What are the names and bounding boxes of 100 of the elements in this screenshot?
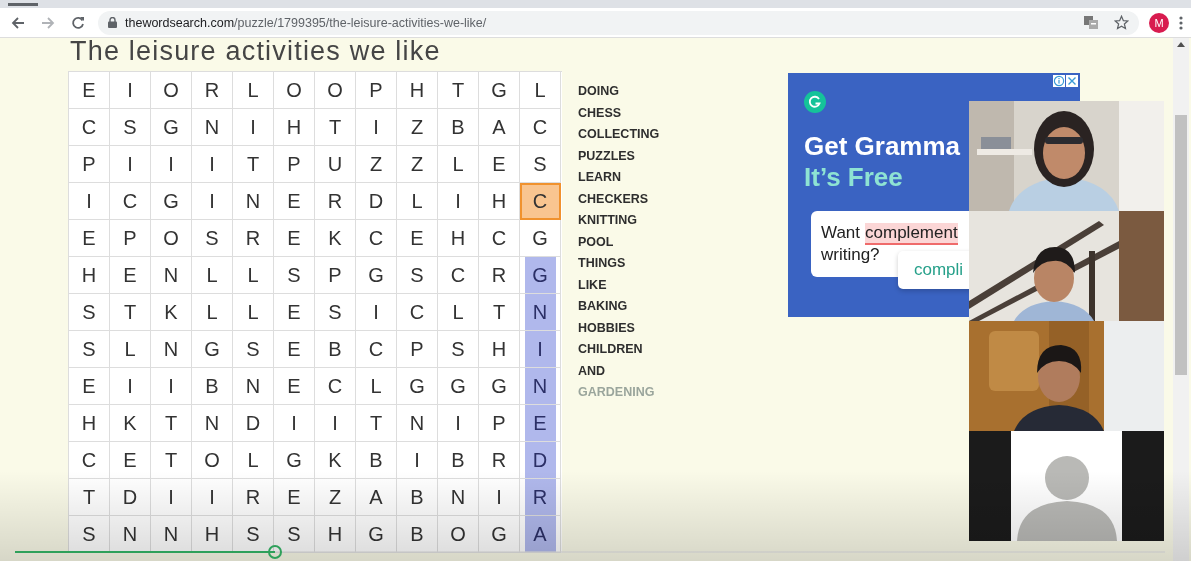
letter-cell[interactable]: C	[520, 109, 561, 146]
letter-cell[interactable]: C	[356, 220, 397, 257]
letter-cell[interactable]: C	[356, 331, 397, 368]
letter-cell[interactable]: P	[110, 220, 151, 257]
letter-cell[interactable]: S	[397, 257, 438, 294]
letter-cell[interactable]: G	[192, 331, 233, 368]
letter-cell[interactable]: D	[233, 405, 274, 442]
letter-cell[interactable]: C	[479, 220, 520, 257]
letter-cell[interactable]: R	[233, 479, 274, 516]
letter-cell[interactable]: R	[479, 442, 520, 479]
letter-cell[interactable]: C	[397, 294, 438, 331]
letter-cell[interactable]: U	[315, 146, 356, 183]
letter-cell[interactable]: B	[315, 331, 356, 368]
letter-cell[interactable]: I	[438, 405, 479, 442]
letter-cell[interactable]: L	[438, 146, 479, 183]
letter-cell[interactable]: H	[438, 220, 479, 257]
letter-cell[interactable]: G	[397, 368, 438, 405]
info-icon[interactable]	[1053, 75, 1065, 87]
menu-icon[interactable]	[1179, 15, 1183, 30]
letter-cell[interactable]: S	[69, 294, 110, 331]
letter-cell[interactable]: N	[151, 257, 192, 294]
letter-cell[interactable]: H	[69, 257, 110, 294]
letter-cell[interactable]: I	[69, 183, 110, 220]
letter-cell[interactable]: S	[438, 331, 479, 368]
letter-cell[interactable]: B	[438, 442, 479, 479]
letter-cell[interactable]: E	[520, 405, 561, 442]
letter-cell[interactable]: L	[233, 257, 274, 294]
letter-cell[interactable]: S	[192, 220, 233, 257]
letter-cell[interactable]: S	[274, 516, 315, 553]
letter-cell[interactable]: E	[274, 479, 315, 516]
letter-cell[interactable]: E	[274, 183, 315, 220]
letter-cell[interactable]: R	[192, 72, 233, 109]
star-icon[interactable]	[1114, 15, 1129, 30]
letter-cell[interactable]: E	[69, 368, 110, 405]
letter-cell[interactable]: R	[315, 183, 356, 220]
letter-cell[interactable]: L	[520, 72, 561, 109]
letter-cell[interactable]: E	[479, 146, 520, 183]
letter-cell[interactable]: T	[479, 294, 520, 331]
letter-cell[interactable]: I	[151, 479, 192, 516]
letter-cell[interactable]: L	[192, 257, 233, 294]
address-bar[interactable]: thewordsearch.com/puzzle/1799395/the-leisure-activities-we-like/	[98, 10, 1139, 35]
letter-cell[interactable]: E	[69, 72, 110, 109]
letter-cell[interactable]: A	[479, 109, 520, 146]
letter-cell[interactable]: G	[356, 516, 397, 553]
letter-cell[interactable]: G	[151, 183, 192, 220]
letter-cell[interactable]: G	[438, 368, 479, 405]
letter-cell[interactable]: N	[192, 109, 233, 146]
letter-cell[interactable]: N	[520, 294, 561, 331]
letter-cell[interactable]: T	[356, 405, 397, 442]
letter-cell[interactable]: L	[233, 442, 274, 479]
letter-cell[interactable]: K	[315, 220, 356, 257]
letter-cell[interactable]: N	[397, 405, 438, 442]
letter-cell[interactable]: Z	[315, 479, 356, 516]
letter-cell[interactable]: S	[69, 331, 110, 368]
letter-cell[interactable]: S	[315, 294, 356, 331]
letter-cell[interactable]: C	[520, 183, 561, 220]
letter-cell[interactable]: L	[233, 72, 274, 109]
letter-cell[interactable]: I	[315, 405, 356, 442]
letter-cell[interactable]: H	[274, 109, 315, 146]
letter-cell[interactable]: O	[151, 72, 192, 109]
letter-cell[interactable]: G	[274, 442, 315, 479]
letter-cell[interactable]: T	[110, 294, 151, 331]
letter-cell[interactable]: E	[69, 220, 110, 257]
letter-cell[interactable]: P	[69, 146, 110, 183]
letter-cell[interactable]: G	[479, 368, 520, 405]
letter-cell[interactable]: E	[274, 294, 315, 331]
letter-cell[interactable]: I	[151, 146, 192, 183]
letter-cell[interactable]: N	[520, 368, 561, 405]
letter-cell[interactable]: H	[397, 72, 438, 109]
letter-cell[interactable]: G	[479, 72, 520, 109]
letter-cell[interactable]: L	[233, 294, 274, 331]
letter-cell[interactable]: G	[520, 257, 561, 294]
letter-cell[interactable]: S	[274, 257, 315, 294]
letter-cell[interactable]: I	[274, 405, 315, 442]
letter-cell[interactable]: O	[274, 72, 315, 109]
letter-cell[interactable]: C	[69, 109, 110, 146]
letter-cell[interactable]: R	[233, 220, 274, 257]
letter-cell[interactable]: I	[110, 368, 151, 405]
letter-cell[interactable]: N	[438, 479, 479, 516]
letter-cell[interactable]: E	[274, 368, 315, 405]
letter-cell[interactable]: I	[356, 294, 397, 331]
translate-icon[interactable]	[1084, 16, 1098, 29]
letter-cell[interactable]: B	[192, 368, 233, 405]
scrollbar[interactable]	[1173, 38, 1189, 561]
letter-cell[interactable]: T	[438, 72, 479, 109]
letter-cell[interactable]: B	[356, 442, 397, 479]
letter-cell[interactable]: I	[520, 331, 561, 368]
letter-cell[interactable]: Z	[356, 146, 397, 183]
letter-cell[interactable]: L	[438, 294, 479, 331]
letter-cell[interactable]: I	[479, 479, 520, 516]
letter-cell[interactable]: L	[110, 331, 151, 368]
letter-cell[interactable]: H	[69, 405, 110, 442]
letter-cell[interactable]: T	[151, 442, 192, 479]
letter-cell[interactable]: E	[274, 331, 315, 368]
letter-cell[interactable]: I	[192, 183, 233, 220]
letter-cell[interactable]: S	[233, 331, 274, 368]
letter-cell[interactable]: G	[479, 516, 520, 553]
letter-cell[interactable]: T	[69, 479, 110, 516]
letter-cell[interactable]: I	[151, 368, 192, 405]
letter-cell[interactable]: E	[110, 257, 151, 294]
